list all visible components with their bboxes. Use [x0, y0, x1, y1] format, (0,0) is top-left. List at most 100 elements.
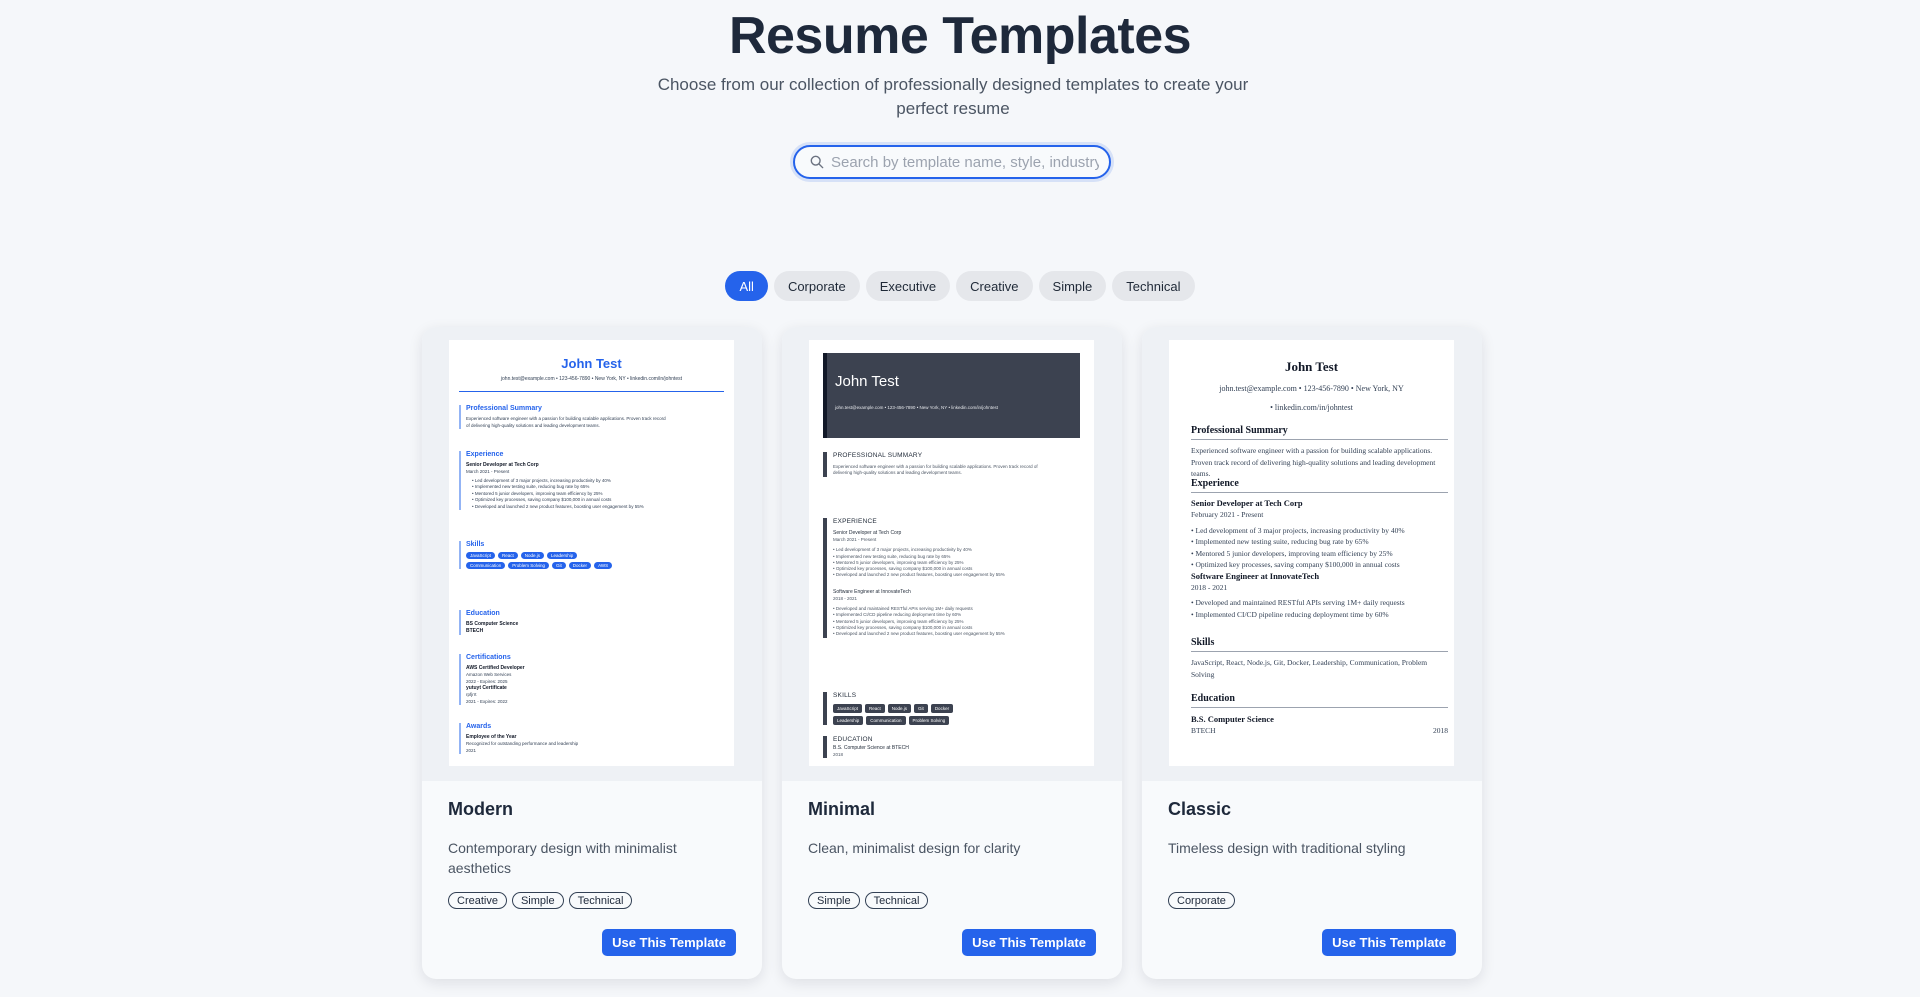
- filter-technical[interactable]: Technical: [1112, 271, 1195, 301]
- tag: Technical: [568, 892, 633, 909]
- filter-corporate[interactable]: Corporate: [773, 271, 860, 301]
- resume-certifications-section: Certifications AWS Certified Developer A…: [459, 654, 719, 705]
- template-tags: Simple Technical: [808, 892, 929, 909]
- filter-executive[interactable]: Executive: [865, 271, 951, 301]
- degree: BS Computer Science: [466, 621, 519, 627]
- tag: Corporate: [1168, 892, 1235, 909]
- cert-name: yutuyt Certificate: [466, 685, 507, 691]
- skill-chips: JavaScript React Node.js Git Docker Lead…: [833, 704, 983, 725]
- skill-chip: JavaScript: [466, 552, 496, 559]
- job-bullet: • Developed and launched 2 new product f…: [472, 503, 644, 509]
- use-template-button[interactable]: Use This Template: [1322, 929, 1456, 956]
- tag: Technical: [864, 892, 929, 909]
- job-dates: February 2021 - Present: [1191, 510, 1264, 519]
- skill-chip: Git: [552, 562, 566, 569]
- filter-all[interactable]: All: [725, 271, 768, 301]
- skill-chip: Node.js: [520, 552, 545, 559]
- skill-chip: React: [498, 552, 518, 559]
- cert-dates: 2021 - Expires: 2022: [466, 698, 508, 704]
- job-dates: 2018 - 2021: [1191, 582, 1228, 592]
- section-heading: Experience: [466, 451, 504, 458]
- tag: Creative: [448, 892, 507, 909]
- filter-simple[interactable]: Simple: [1038, 271, 1107, 301]
- edu-year: 2018: [833, 752, 844, 757]
- section-heading: PROFESSIONAL SUMMARY: [833, 452, 923, 459]
- job-dates: 2018 - 2021: [833, 595, 858, 601]
- resume-experience-section: Experience Senior Developer at Tech Corp…: [459, 451, 719, 510]
- job-bullet: • Mentored 5 junior developers, improvin…: [1191, 548, 1393, 558]
- resume-skills-section: SKILLS JavaScript React Node.js Git Dock…: [823, 692, 1063, 725]
- skill-chip: JavaScript: [833, 704, 863, 713]
- degree: B.S. Computer Science: [1191, 714, 1274, 724]
- section-heading: EXPERIENCE: [833, 518, 877, 525]
- resume-education-section: Education B.S. Computer Science BTECH 20…: [1191, 693, 1448, 737]
- skill-chip: Node.js: [887, 704, 912, 713]
- resume-contact: john.test@example.com • 123-456-7890 • N…: [1219, 384, 1404, 412]
- use-template-button[interactable]: Use This Template: [962, 929, 1096, 956]
- template-card-classic[interactable]: John Test john.test@example.com • 123-45…: [1142, 327, 1482, 979]
- category-filters: All Corporate Executive Creative Simple …: [0, 271, 1920, 301]
- template-card-minimal[interactable]: John Test john.test@example.com • 123-45…: [782, 327, 1122, 979]
- skill-chip: AWS: [594, 562, 613, 569]
- template-tags: Corporate: [1168, 892, 1235, 909]
- skill-chip: Leadership: [547, 552, 578, 559]
- section-heading: Experience: [1191, 478, 1448, 493]
- resume-education-section: EDUCATION B.S. Computer Science at BTECH…: [823, 736, 1063, 759]
- section-heading: Professional Summary: [1191, 425, 1448, 440]
- resume-experience-section: Experience Senior Developer at Tech Corp…: [1191, 478, 1448, 620]
- award-year: 2021: [466, 747, 477, 753]
- summary-text: Experienced software engineer with a pas…: [833, 464, 1038, 476]
- skill-chip: Docker: [930, 704, 954, 713]
- template-name: Modern: [448, 799, 513, 819]
- job-bullet: • Implemented CI/CD pipeline reducing de…: [1191, 609, 1389, 619]
- resume-preview-modern: John Test john.test@example.com • 123-45…: [449, 340, 734, 766]
- template-preview[interactable]: John Test john.test@example.com • 123-45…: [1142, 327, 1482, 781]
- skills-text: JavaScript, React, Node.js, Git, Docker,…: [1191, 658, 1428, 679]
- skill-chip: Problem Solving: [908, 716, 950, 725]
- section-heading: SKILLS: [833, 692, 857, 699]
- skill-chip: Communication: [466, 562, 506, 569]
- job-bullet: • Optimized key processes, saving compan…: [1191, 560, 1400, 569]
- job-dates: March 2021 - Present: [833, 537, 877, 542]
- school: BTECH: [1191, 726, 1216, 735]
- page-subtitle: Choose from our collection of profession…: [657, 75, 1249, 118]
- template-description: Timeless design with traditional styling: [1168, 840, 1406, 856]
- job-bullet: • Developed and launched 2 new product f…: [833, 631, 1005, 637]
- section-heading: EDUCATION: [833, 736, 873, 743]
- resume-header: John Test john.test@example.com • 123-45…: [823, 353, 1080, 438]
- tag: Simple: [511, 892, 564, 909]
- skill-chip: Communication: [866, 716, 906, 725]
- section-heading: Certifications: [466, 654, 511, 661]
- job-title: Software Engineer at InnovateTech: [833, 588, 911, 595]
- edu-year: 2018: [1433, 726, 1448, 735]
- search-box[interactable]: [793, 145, 1111, 179]
- resume-summary-section: Professional Summary Experienced softwar…: [1191, 425, 1448, 480]
- use-template-button[interactable]: Use This Template: [602, 929, 736, 956]
- resume-summary-section: Professional Summary Experienced softwar…: [459, 405, 719, 429]
- section-heading: Skills: [1191, 637, 1448, 652]
- summary-text: Experienced software engineer with a pas…: [466, 416, 666, 428]
- cert-name: AWS Certified Developer: [466, 665, 525, 671]
- template-card-modern[interactable]: John Test john.test@example.com • 123-45…: [422, 327, 762, 979]
- card-body: Modern Contemporary design with minimali…: [422, 781, 762, 979]
- job-title: Senior Developer at Tech Corp: [466, 462, 539, 468]
- job-dates: March 2021 - Present: [466, 469, 510, 474]
- section-heading: Education: [466, 610, 500, 617]
- template-name: Classic: [1168, 799, 1232, 819]
- template-preview[interactable]: John Test john.test@example.com • 123-45…: [422, 327, 762, 781]
- resume-name: John Test: [561, 356, 622, 371]
- resume-education-section: Education BS Computer Science BTECH: [459, 610, 719, 635]
- resume-contact: john.test@example.com • 123-456-7890 • N…: [500, 376, 683, 382]
- search-input[interactable]: [831, 153, 1099, 171]
- section-heading: Education: [1191, 693, 1448, 708]
- resume-preview-classic: John Test john.test@example.com • 123-45…: [1169, 340, 1454, 766]
- skill-chip: Docker: [568, 562, 592, 569]
- skill-chips: JavaScript React Node.js Leadership Comm…: [466, 552, 616, 569]
- school: BTECH: [466, 628, 484, 634]
- filter-creative[interactable]: Creative: [956, 271, 1033, 301]
- resume-contact: john.test@example.com • 123-456-7890 • N…: [835, 405, 999, 410]
- template-tags: Creative Simple Technical: [448, 892, 633, 909]
- resume-experience-section: EXPERIENCE Senior Developer at Tech Corp…: [823, 518, 1063, 638]
- template-name: Minimal: [808, 799, 876, 819]
- template-preview[interactable]: John Test john.test@example.com • 123-45…: [782, 327, 1122, 781]
